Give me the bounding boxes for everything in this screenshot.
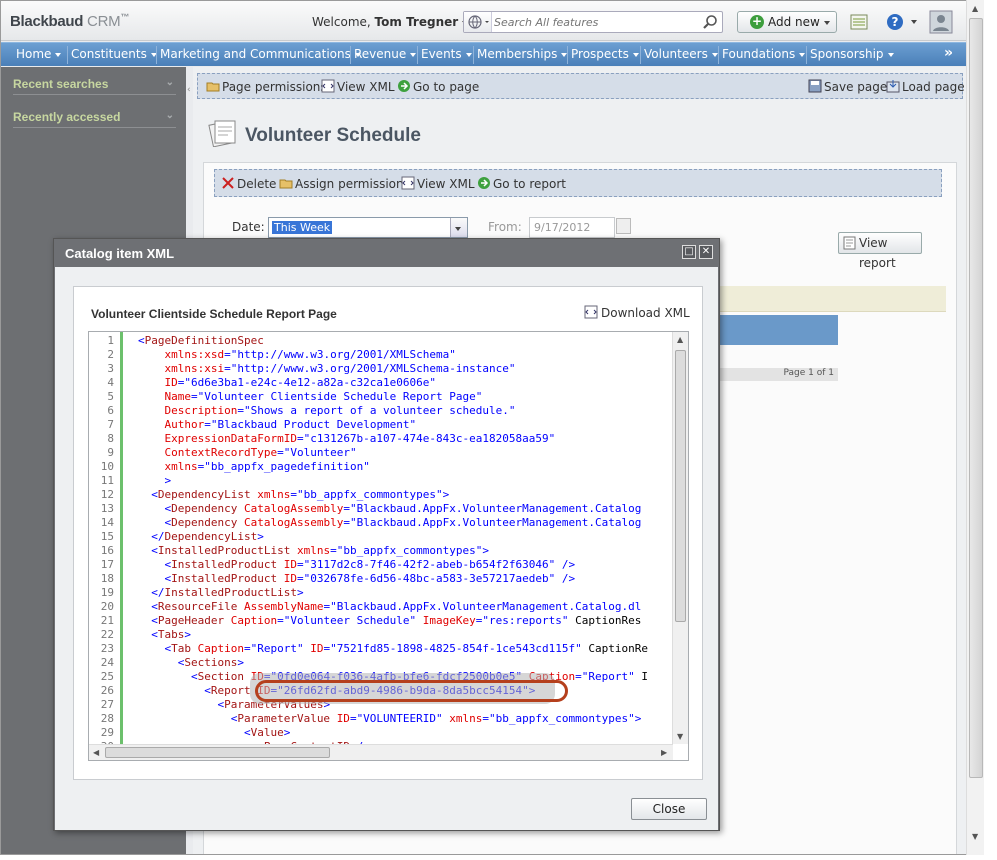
line-number: 23 (100, 642, 114, 655)
line-number: 17 (100, 558, 114, 571)
xml-viewer-panel: Volunteer Clientside Schedule Report Pag… (73, 286, 703, 780)
dialog-body: Volunteer Clientside Schedule Report Pag… (55, 267, 718, 830)
code-line: <ResourceFile AssemblyName="Blackbaud.Ap… (151, 600, 642, 613)
scroll-left-icon[interactable]: ◀ (93, 748, 99, 757)
line-number: 29 (100, 726, 114, 739)
line-number: 28 (100, 712, 114, 725)
code-line: <Value> (243, 726, 291, 739)
code-line: <InstalledProductList xmlns="bb_appfx_co… (151, 544, 490, 557)
close-button[interactable]: Close (631, 798, 707, 820)
code-line: <ParameterValue ID="VOLUNTEERID" xmlns="… (230, 712, 642, 725)
editor-vertical-scrollbar[interactable]: ▲ ▼ (672, 332, 688, 744)
dialog-title: Catalog item XML (65, 246, 175, 261)
code-line: <InstalledProduct ID="3117d2c8-7f46-42f2… (164, 558, 576, 571)
download-xml-label: Download XML (601, 306, 690, 320)
line-number: 6 (107, 404, 114, 417)
code-line: ID="6d6e3ba1-e24c-4e12-a82a-c32ca1e0606e… (164, 376, 437, 389)
code-line: </DependencyList> (151, 530, 264, 543)
line-number: 1 (107, 334, 114, 347)
line-number: 18 (100, 572, 114, 585)
editor-horizontal-scrollbar[interactable]: ◀ ▶ (89, 744, 673, 760)
code-line: <Dependency CatalogAssembly="Blackbaud.A… (164, 502, 642, 515)
line-number: 25 (100, 670, 114, 683)
code-line: </InstalledProductList> (151, 586, 304, 599)
code-line: <Tab Caption="Report" ID="7521fd85-1898-… (164, 642, 649, 655)
line-number: 14 (100, 516, 114, 529)
scroll-down-icon[interactable]: ▼ (972, 832, 978, 841)
line-number: 2 (107, 348, 114, 361)
line-number: 5 (107, 390, 114, 403)
code-line: Author="Blackbaud Product Development" (164, 418, 417, 431)
close-icon[interactable]: ✕ (699, 245, 713, 259)
code-line: xmlns:xsd="http://www.w3.org/2001/XMLSch… (164, 348, 456, 361)
line-number: 9 (107, 446, 114, 459)
line-number: 13 (100, 502, 114, 515)
line-number-gutter: 1 2 3 4 5 6 7 8 9 10 11 12 13 14 15 16 17 18 19 20 21 22 23 24 2… (89, 332, 123, 753)
line-number: 8 (107, 432, 114, 445)
line-number: 4 (107, 376, 114, 389)
line-number: 26 (100, 684, 114, 697)
line-number: 16 (100, 544, 114, 557)
code-line: ExpressionDataFormID="c131267b-a107-474e… (164, 432, 556, 445)
line-number: 3 (107, 362, 114, 375)
scrollbar-thumb[interactable] (969, 18, 983, 778)
line-number: 11 (100, 474, 114, 487)
scroll-up-icon[interactable]: ▲ (677, 335, 683, 344)
code-line: <PageDefinitionSpec (138, 334, 264, 347)
code-line: <DependencyList xmlns="bb_appfx_commonty… (151, 488, 450, 501)
xml-icon (584, 305, 598, 319)
code-line: <Tabs> (151, 628, 191, 641)
code-line: <Dependency CatalogAssembly="Blackbaud.A… (164, 516, 642, 529)
code-line: <Sections> (177, 656, 244, 669)
code-line: <PageHeader Caption="Volunteer Schedule"… (151, 614, 642, 627)
line-number: 12 (100, 488, 114, 501)
scrollbar-thumb[interactable] (675, 350, 686, 622)
code-line: Description="Shows a report of a volunte… (164, 404, 516, 417)
line-number: 19 (100, 586, 114, 599)
line-number: 10 (100, 460, 114, 473)
maximize-icon[interactable]: □ (682, 245, 696, 259)
code-line: xmlns="bb_appfx_pagedefinition" (164, 460, 370, 473)
scroll-up-icon[interactable]: ▲ (972, 4, 978, 13)
catalog-xml-dialog: Catalog item XML □ ✕ Volunteer Clientsid… (53, 238, 720, 831)
code-line: <InstalledProduct ID="032678fe-6d56-48bc… (164, 572, 576, 585)
page-scrollbar[interactable]: ▲ ▼ (966, 0, 984, 855)
code-line: xmlns:xsi="http://www.w3.org/2001/XMLSch… (164, 362, 516, 375)
scrollbar-thumb[interactable] (105, 747, 330, 758)
line-number: 15 (100, 530, 114, 543)
scroll-down-icon[interactable]: ▼ (677, 732, 683, 741)
line-number: 22 (100, 628, 114, 641)
catalog-item-name: Volunteer Clientside Schedule Report Pag… (91, 307, 337, 321)
line-number: 24 (100, 656, 114, 669)
code-line: > (164, 474, 172, 487)
code-line: Name="Volunteer Clientside Schedule Repo… (164, 390, 483, 403)
code-line: ContextRecordType="Volunteer" (164, 446, 357, 459)
line-number: 21 (100, 614, 114, 627)
callout-ring (255, 680, 568, 702)
line-number: 27 (100, 698, 114, 711)
line-number: 7 (107, 418, 114, 431)
download-xml-button[interactable]: Download XML (584, 305, 690, 320)
scroll-right-icon[interactable]: ▶ (661, 748, 667, 757)
line-number: 20 (100, 600, 114, 613)
